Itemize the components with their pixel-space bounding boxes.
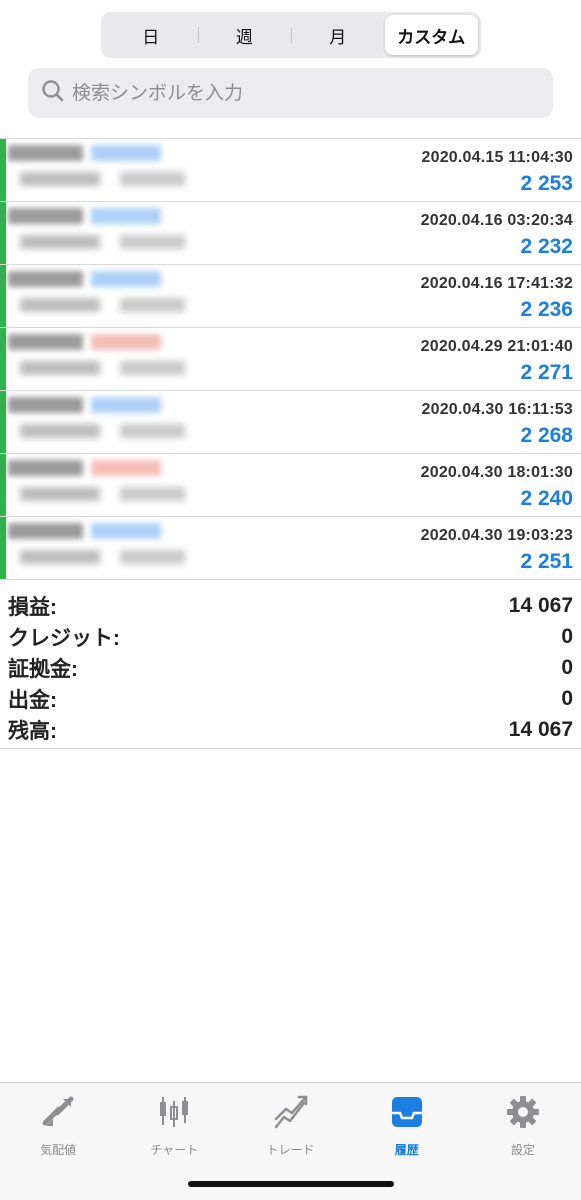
divider — [0, 579, 581, 580]
summary-profit: 損益: 14 067 — [0, 590, 581, 621]
row-amount: 2 251 — [520, 550, 573, 573]
row-time: 2020.04.16 03:20:34 — [420, 212, 573, 229]
summary-label: クレジット: — [8, 626, 120, 650]
divider — [0, 748, 581, 749]
row-accent — [0, 391, 6, 453]
summary-withdrawal: 出金: 0 — [0, 683, 581, 714]
tab-label: 気配値 — [40, 1143, 77, 1157]
list-item[interactable]: 2020.04.30 18:01:30 2 240 — [0, 453, 581, 516]
row-accent — [0, 454, 6, 516]
summary-label: 出金: — [8, 688, 57, 712]
blurred-details — [20, 361, 220, 381]
blurred-details — [20, 550, 220, 570]
row-amount: 2 271 — [520, 361, 573, 384]
blurred-symbol — [8, 397, 168, 419]
tab-label: チャート — [150, 1143, 199, 1157]
tab-settings[interactable]: 設定 — [465, 1083, 581, 1200]
search-bar[interactable] — [28, 68, 553, 118]
row-time: 2020.04.30 18:01:30 — [420, 464, 573, 481]
summary-balance: 残高: 14 067 — [0, 714, 581, 745]
trade-icon — [272, 1093, 310, 1135]
search-input[interactable] — [72, 82, 532, 104]
settings-icon — [504, 1093, 542, 1135]
history-screen: 日 週 月 カスタム 2020.04.15 11:04:30 2 253 202… — [0, 0, 581, 1200]
blurred-details — [20, 235, 220, 255]
list-item[interactable]: 2020.04.30 19:03:23 2 251 — [0, 516, 581, 579]
summary-label: 損益: — [8, 595, 57, 619]
blurred-symbol — [8, 271, 168, 293]
row-accent — [0, 517, 6, 579]
blurred-details — [20, 298, 220, 318]
blurred-details — [20, 172, 220, 192]
row-accent — [0, 328, 6, 390]
summary-value: 14 067 — [508, 717, 573, 741]
blurred-symbol — [8, 145, 168, 167]
tab-quotes[interactable]: 気配値 — [0, 1083, 116, 1200]
row-amount: 2 253 — [520, 172, 573, 195]
tab-label: トレード — [266, 1143, 315, 1157]
blurred-symbol — [8, 460, 168, 482]
blurred-symbol — [8, 334, 168, 356]
list-item[interactable]: 2020.04.15 11:04:30 2 253 — [0, 138, 581, 201]
summary-credit: クレジット: 0 — [0, 621, 581, 652]
summary-value: 0 — [561, 655, 573, 679]
summary-panel: 損益: 14 067 クレジット: 0 証拠金: 0 出金: 0 残高: 14 … — [0, 590, 581, 745]
list-item[interactable]: 2020.04.30 16:11:53 2 268 — [0, 390, 581, 453]
summary-label: 残高: — [8, 719, 57, 743]
row-accent — [0, 202, 6, 264]
summary-label: 証拠金: — [8, 657, 78, 681]
tab-label: 設定 — [510, 1143, 535, 1157]
row-accent — [0, 265, 6, 327]
row-time: 2020.04.30 19:03:23 — [420, 527, 573, 544]
row-amount: 2 236 — [520, 298, 573, 321]
row-time: 2020.04.16 17:41:32 — [420, 275, 573, 292]
row-time: 2020.04.29 21:01:40 — [420, 338, 573, 355]
list-item[interactable]: 2020.04.16 03:20:34 2 232 — [0, 201, 581, 264]
tab-custom[interactable]: カスタム — [384, 15, 478, 55]
row-amount: 2 232 — [520, 235, 573, 258]
row-time: 2020.04.30 16:11:53 — [421, 401, 573, 418]
history-list: 2020.04.15 11:04:30 2 253 2020.04.16 03:… — [0, 138, 581, 580]
period-segmented-control: 日 週 月 カスタム — [101, 12, 481, 58]
row-time: 2020.04.15 11:04:30 — [421, 149, 573, 166]
row-accent — [0, 139, 6, 201]
blurred-symbol — [8, 208, 168, 230]
blurred-symbol — [8, 523, 168, 545]
quotes-icon — [39, 1093, 77, 1135]
history-icon — [388, 1093, 426, 1135]
tab-week[interactable]: 週 — [197, 15, 292, 55]
row-amount: 2 268 — [520, 424, 573, 447]
list-item[interactable]: 2020.04.29 21:01:40 2 271 — [0, 327, 581, 390]
summary-value: 0 — [561, 686, 573, 710]
summary-margin: 証拠金: 0 — [0, 652, 581, 683]
summary-value: 14 067 — [508, 593, 573, 617]
list-item[interactable]: 2020.04.16 17:41:32 2 236 — [0, 264, 581, 327]
tab-month[interactable]: 月 — [291, 15, 385, 55]
tab-label: 履歴 — [394, 1143, 419, 1157]
search-icon — [40, 78, 66, 108]
chart-icon — [155, 1093, 193, 1135]
summary-value: 0 — [561, 624, 573, 648]
blurred-details — [20, 487, 220, 507]
row-amount: 2 240 — [520, 487, 573, 510]
home-indicator — [188, 1181, 394, 1187]
tab-day[interactable]: 日 — [104, 15, 198, 55]
blurred-details — [20, 424, 220, 444]
